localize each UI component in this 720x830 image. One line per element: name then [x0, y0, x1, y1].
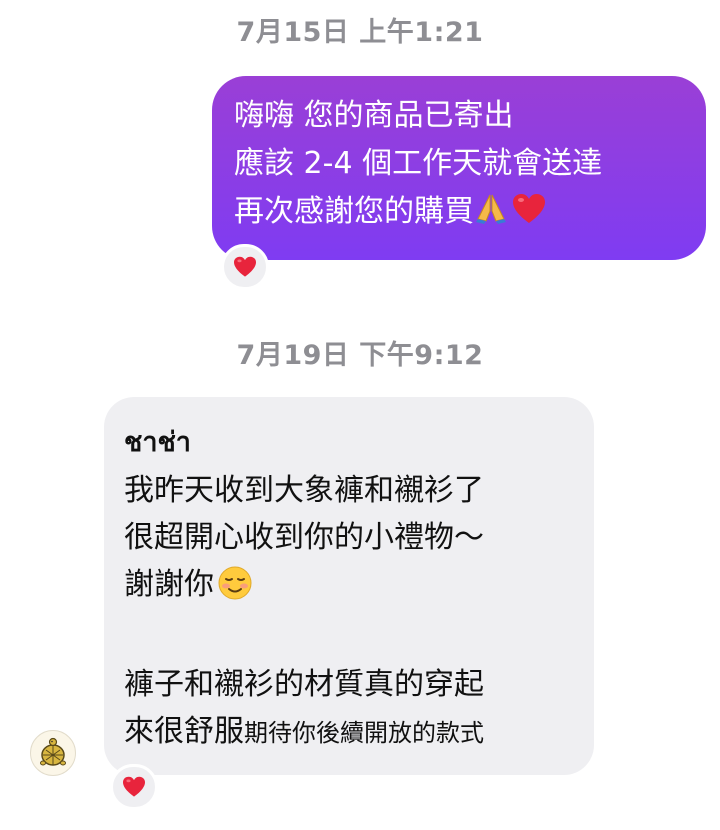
outgoing-line-3: 再次感謝您的購買 [234, 194, 474, 229]
outgoing-line-2: 應該 2-4 個工作天就會送達 [234, 146, 603, 181]
smiling-face-icon [218, 566, 252, 614]
incoming-reaction[interactable] [110, 764, 158, 810]
red-heart-icon [512, 193, 546, 225]
folded-hands-icon [474, 191, 508, 240]
incoming-line-1: 我昨天收到大象褲和襯衫了 [124, 473, 484, 508]
outgoing-message-bubble[interactable]: 嗨嗨 您的商品已寄出 應該 2-4 個工作天就會送達 再次感謝您的購買 [212, 76, 706, 260]
red-heart-icon [122, 776, 146, 798]
incoming-line-4: 褲子和襯衫的材質真的穿起 [124, 667, 484, 702]
incoming-line-5: 來很舒服 [124, 714, 244, 749]
turtle-avatar-icon[interactable] [30, 730, 76, 776]
outgoing-reaction[interactable] [221, 244, 269, 290]
incoming-line-3: 謝謝你 [124, 567, 214, 602]
incoming-line-5-row: 來很舒服期待你後續開放的款式 [124, 708, 586, 757]
timestamp-2: 7月19日 下午9:12 [236, 340, 484, 371]
incoming-line-2: 很超開心收到你的小禮物～ [124, 520, 484, 555]
timestamp-1: 7月15日 上午1:21 [236, 17, 484, 48]
incoming-message-bubble[interactable]: ชาช่า 我昨天收到大象褲和襯衫了 很超開心收到你的小禮物～ 謝謝你 褲子和襯… [104, 397, 594, 775]
incoming-line-3-row: 謝謝你 [124, 561, 586, 614]
sender-name: ชาช่า [124, 427, 191, 458]
outgoing-line-1: 嗨嗨 您的商品已寄出 [234, 98, 514, 133]
red-heart-icon [233, 256, 257, 278]
incoming-small-text: 期待你後續開放的款式 [244, 719, 484, 747]
outgoing-line-3-row: 再次感謝您的購買 [234, 188, 696, 240]
